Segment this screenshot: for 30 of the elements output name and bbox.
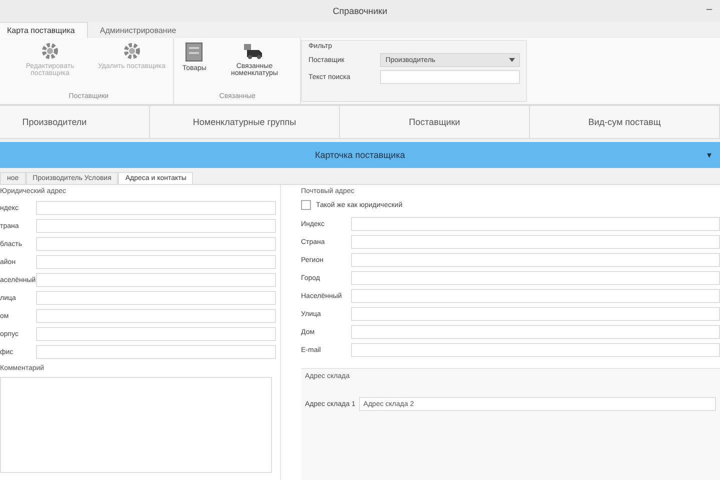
card-title: Карточка поставщика <box>315 150 405 160</box>
input-field[interactable] <box>351 235 720 249</box>
gear-icon <box>122 42 141 60</box>
gear-icon <box>41 42 59 60</box>
input-field[interactable] <box>36 273 276 287</box>
input-field[interactable] <box>36 255 276 269</box>
input-field[interactable] <box>351 343 720 357</box>
collapse-toggle[interactable]: ▾ <box>707 150 712 160</box>
input-field[interactable] <box>351 253 720 267</box>
ribbon-tab[interactable]: Администрирование <box>88 23 188 38</box>
input-field[interactable] <box>36 291 276 305</box>
input-field[interactable] <box>36 201 276 215</box>
document-icon <box>185 42 204 62</box>
comment-field[interactable] <box>0 377 272 473</box>
input-field[interactable] <box>36 327 276 341</box>
input-field[interactable] <box>36 237 276 251</box>
caret-icon <box>509 58 516 62</box>
input-field[interactable] <box>36 309 276 323</box>
input-field[interactable] <box>351 289 720 303</box>
minimize-button[interactable]: – <box>706 4 712 15</box>
checkbox[interactable] <box>301 200 311 210</box>
input-field[interactable] <box>351 271 720 285</box>
input-field[interactable] <box>36 345 276 359</box>
input-field[interactable] <box>351 217 720 231</box>
input-field[interactable] <box>351 325 720 339</box>
window-title: Справочники <box>332 6 388 16</box>
input-field[interactable] <box>36 219 276 233</box>
search-field[interactable] <box>380 70 520 84</box>
input-field[interactable] <box>351 307 720 321</box>
ribbon-tab[interactable]: Карта поставщика <box>0 22 88 38</box>
